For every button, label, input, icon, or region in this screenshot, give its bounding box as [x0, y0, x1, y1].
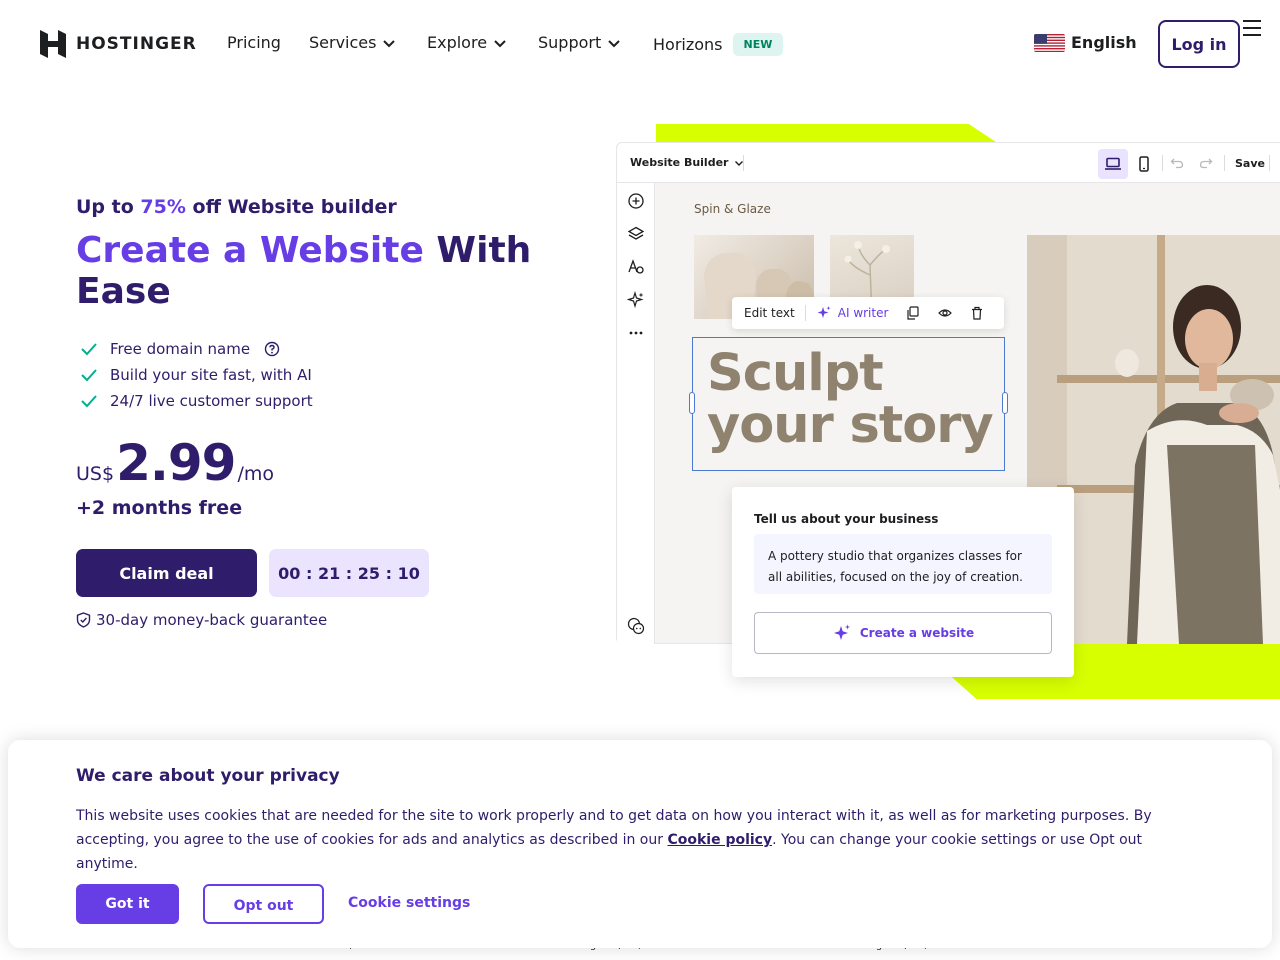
- check-icon: [81, 343, 97, 356]
- opt-out-button[interactable]: Opt out: [203, 884, 324, 924]
- add-icon: [628, 193, 644, 209]
- nav-horizons[interactable]: Horizons NEW: [653, 33, 784, 56]
- promo-suffix: off Website builder: [192, 196, 397, 218]
- trash-icon: [972, 306, 983, 320]
- nav-support-label: Support: [538, 33, 602, 52]
- redo-icon: [1199, 158, 1213, 169]
- cookie-policy-link[interactable]: Cookie policy: [667, 832, 772, 848]
- selected-text-frame: Sculpt your story: [689, 337, 1008, 471]
- site-headline: Sculpt your story: [707, 344, 994, 455]
- site-brand-name: Spin & Glaze: [694, 202, 771, 216]
- hero-headline: Create a Website With Ease: [76, 230, 536, 312]
- new-badge: NEW: [732, 33, 784, 56]
- cookie-banner: We care about your privacy This website …: [8, 740, 1272, 948]
- shield-check-icon: [76, 612, 91, 628]
- chevron-down-icon: [608, 39, 620, 47]
- ai-sparkle-icon: [627, 291, 644, 309]
- website-builder-preview: Website Builder Save Spin & Glaze Edit t…: [616, 142, 1280, 677]
- hostinger-logo[interactable]: HOSTINGER: [40, 30, 197, 58]
- divider: [743, 155, 744, 171]
- business-description: A pottery studio that organizes classes …: [754, 534, 1052, 594]
- cookie-text: This website uses cookies that are neede…: [76, 804, 1186, 876]
- builder-sidebar: [617, 183, 655, 644]
- nav-horizons-label: Horizons: [653, 35, 723, 54]
- chevron-down-icon: [494, 39, 506, 47]
- got-it-button[interactable]: Got it: [76, 884, 179, 924]
- feature-item: Build your site fast, with AI: [80, 362, 313, 388]
- logo-text: HOSTINGER: [76, 34, 197, 54]
- login-button[interactable]: Log in: [1158, 20, 1240, 68]
- site-headline-line1: Sculpt: [707, 344, 884, 403]
- price-currency: US$: [76, 463, 115, 485]
- chevron-down-icon: [383, 39, 396, 47]
- business-prompt-card: Tell us about your business A pottery st…: [732, 487, 1074, 677]
- check-icon: [81, 395, 97, 408]
- claim-deal-button[interactable]: Claim deal: [76, 549, 257, 597]
- nav-explore[interactable]: Explore: [427, 33, 507, 52]
- nav-services[interactable]: Services: [309, 33, 396, 52]
- divider: [1224, 155, 1225, 171]
- site-headline-line2: your story: [707, 396, 994, 455]
- edit-text-label: Edit text: [744, 306, 795, 320]
- feature-label: Build your site fast, with AI: [110, 366, 312, 384]
- nav-pricing[interactable]: Pricing: [227, 33, 281, 52]
- ai-writer: AI writer: [816, 305, 889, 321]
- feature-label: 24/7 live customer support: [110, 392, 313, 410]
- eye-icon: [938, 309, 953, 317]
- typography-icon: [628, 259, 644, 274]
- ai-sparkle-icon: [833, 624, 850, 640]
- divider: [1269, 155, 1270, 171]
- promo-percent: 75%: [140, 196, 186, 218]
- price-amount: 2.99: [116, 434, 236, 492]
- desktop-view-icon: [1098, 149, 1128, 179]
- divider: [1162, 155, 1163, 171]
- ai-sparkle-icon: [817, 306, 831, 318]
- bonus-text: +2 months free: [76, 497, 243, 519]
- feature-item: Free domain name: [80, 336, 313, 362]
- ai-writer-label: AI writer: [837, 306, 889, 320]
- feature-item: 24/7 live customer support: [80, 388, 313, 414]
- us-flag-icon: [1034, 33, 1065, 52]
- copy-icon: [907, 306, 920, 320]
- nav-services-label: Services: [309, 33, 377, 52]
- price: US$ 2.99 /mo: [76, 434, 274, 492]
- builder-dropdown: Website Builder: [630, 156, 744, 169]
- money-back-guarantee: 30-day money-back guarantee: [76, 611, 327, 629]
- nav-explore-label: Explore: [427, 33, 488, 52]
- builder-label: Website Builder: [630, 156, 729, 169]
- menu-icon[interactable]: [1243, 20, 1261, 41]
- feature-list: Free domain name Build your site fast, w…: [80, 336, 313, 414]
- create-website-label: Create a website: [859, 626, 975, 640]
- guarantee-label: 30-day money-back guarantee: [96, 611, 328, 629]
- more-icon: [629, 331, 643, 335]
- create-website-button: Create a website: [754, 612, 1052, 654]
- nav-pricing-label: Pricing: [227, 33, 281, 52]
- card-title: Tell us about your business: [754, 512, 939, 526]
- nav-support[interactable]: Support: [538, 33, 621, 52]
- promo-prefix: Up to: [76, 196, 134, 218]
- divider: [804, 305, 806, 321]
- cookie-settings-link[interactable]: Cookie settings: [348, 895, 470, 911]
- countdown-timer: 00 : 21 : 25 : 10: [269, 549, 429, 597]
- language-selector[interactable]: English: [1034, 33, 1137, 52]
- undo-icon: [1170, 158, 1184, 169]
- save-label: Save: [1235, 157, 1265, 170]
- language-label: English: [1071, 33, 1137, 52]
- headline-accent: Create a Website: [76, 230, 424, 271]
- resize-handle: [1002, 392, 1008, 414]
- resize-handle: [689, 392, 695, 414]
- text-edit-toolbar: Edit text AI writer: [732, 297, 1004, 329]
- builder-topbar: Website Builder Save: [617, 143, 1280, 183]
- cookie-title: We care about your privacy: [76, 766, 340, 786]
- help-icon[interactable]: [264, 341, 280, 357]
- hostinger-logo-icon: [40, 30, 66, 58]
- mobile-view-icon: [1129, 149, 1159, 179]
- layers-icon: [627, 226, 645, 240]
- feature-label: Free domain name: [110, 340, 251, 358]
- top-navigation: HOSTINGER Pricing Services Explore Suppo…: [0, 0, 1280, 88]
- promo-line: Up to 75% off Website builder: [76, 196, 397, 218]
- price-period: /mo: [237, 463, 274, 485]
- chat-support-icon: [627, 617, 645, 635]
- check-icon: [81, 369, 97, 382]
